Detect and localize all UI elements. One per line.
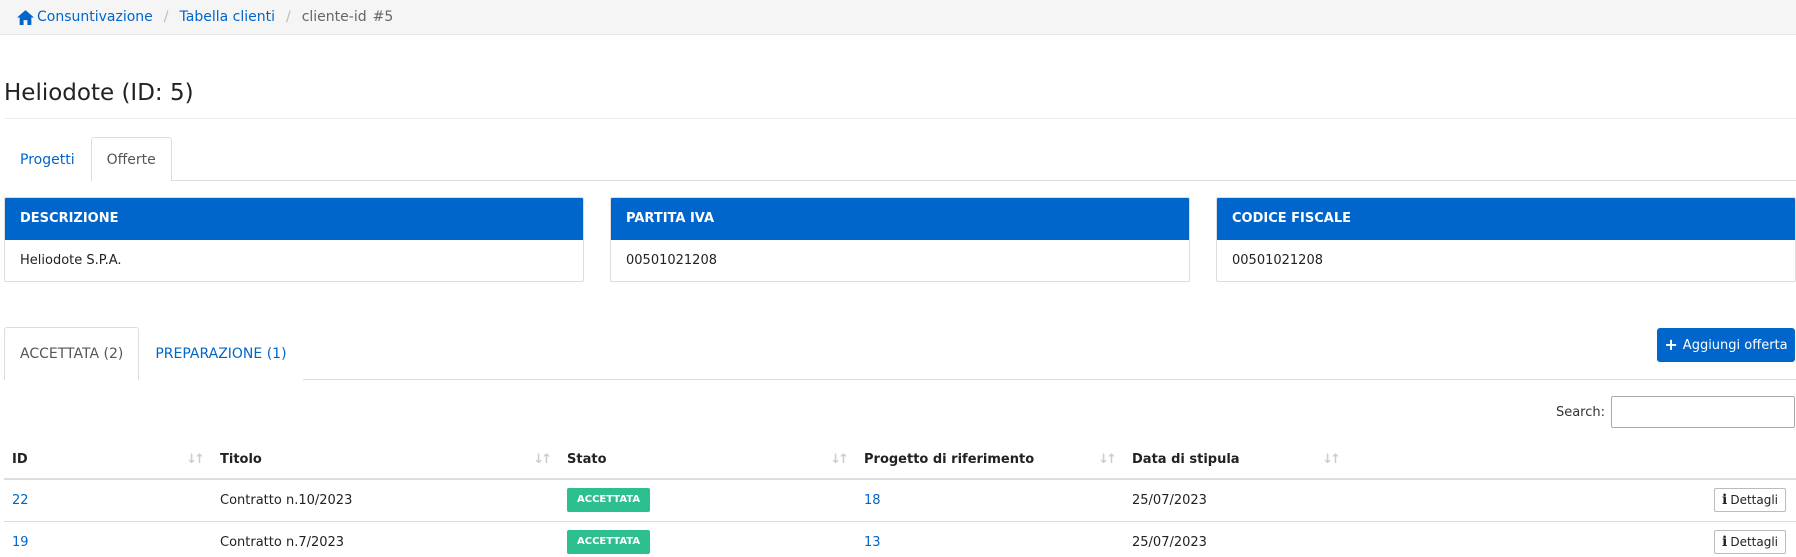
breadcrumb-current: cliente-id <box>301 9 367 25</box>
column-header-id[interactable]: ID ↓↑ <box>4 441 212 480</box>
contract-date: 25/07/2023 <box>1124 479 1348 522</box>
search-box: Search: <box>1556 396 1795 428</box>
offer-id-link[interactable]: 22 <box>12 493 29 508</box>
add-offer-label: Aggiungi offerta <box>1682 337 1788 353</box>
offer-id-link[interactable]: 19 <box>12 535 29 550</box>
breadcrumb: Consuntivazione / Tabella clienti / clie… <box>0 0 1796 35</box>
sort-icon: ↓↑ <box>1098 452 1117 467</box>
details-button[interactable]: i Dettagli <box>1714 488 1786 513</box>
search-label: Search: <box>1555 404 1605 420</box>
project-link[interactable]: 13 <box>864 535 881 550</box>
breadcrumb-link-tabella-clienti[interactable]: Tabella clienti <box>180 9 275 25</box>
column-header-data[interactable]: Data di stipula ↓↑ <box>1124 441 1348 480</box>
offer-title: Contratto n.7/2023 <box>220 534 345 550</box>
table-row: 19 Contratto n.7/2023 ACCETTATA 13 25/07… <box>4 521 1796 557</box>
search-input[interactable] <box>1611 396 1795 428</box>
table-row: 22 Contratto n.10/2023 ACCETTATA 18 25/0… <box>4 479 1796 522</box>
tab-progetti[interactable]: Progetti <box>4 137 91 181</box>
card-header: CODICE FISCALE <box>1217 198 1795 240</box>
sort-icon: ↓↑ <box>186 452 205 467</box>
plus-icon: + <box>1664 335 1678 354</box>
card-value: Heliodote S.P.A. <box>20 253 122 268</box>
card-value: 00501021208 <box>626 253 717 268</box>
details-button[interactable]: i Dettagli <box>1714 530 1786 555</box>
card-header: PARTITA IVA <box>611 198 1189 240</box>
contract-date: 25/07/2023 <box>1132 534 1207 550</box>
sort-icon: ↓↑ <box>533 452 552 467</box>
title-divider <box>4 118 1796 119</box>
info-icon: i <box>1722 534 1728 551</box>
tab-offerte[interactable]: Offerte <box>90 137 172 181</box>
card-value: 00501021208 <box>1232 253 1323 268</box>
home-icon[interactable] <box>17 9 34 25</box>
info-icon: i <box>1722 492 1728 509</box>
breadcrumb-link-consuntivazione[interactable]: Consuntivazione <box>37 9 153 25</box>
offers-table: ID ↓↑ Titolo ↓↑ Stato ↓↑ Progetto di riferi… <box>4 441 1796 557</box>
project-link[interactable]: 18 <box>864 493 881 508</box>
main-tabs: Progetti Offerte <box>4 137 1796 181</box>
tab-accettata[interactable]: ACCETTATA (2) <box>4 327 140 380</box>
breadcrumb-separator: / <box>285 9 291 25</box>
breadcrumb-separator: / <box>163 9 169 25</box>
sort-icon: ↓↑ <box>830 452 849 467</box>
status-tabs: ACCETTATA (2) PREPARAZIONE (1) <box>4 327 1796 380</box>
card-codice-fiscale: CODICE FISCALE 00501021208 <box>1216 197 1796 282</box>
column-header-titolo[interactable]: Titolo ↓↑ <box>212 441 559 480</box>
column-header-stato[interactable]: Stato ↓↑ <box>559 441 856 480</box>
card-partita-iva: PARTITA IVA 00501021208 <box>610 197 1190 282</box>
status-badge: ACCETTATA <box>567 530 651 555</box>
status-badge: ACCETTATA <box>567 488 651 513</box>
card-descrizione: DESCRIZIONE Heliodote S.P.A. <box>4 197 584 282</box>
sort-icon: ↓↑ <box>1322 452 1341 467</box>
add-offer-button[interactable]: + Aggiungi offerta <box>1657 328 1795 362</box>
column-header-progetto[interactable]: Progetto di riferimento ↓↑ <box>856 441 1124 480</box>
breadcrumb-current-id: #5 <box>372 9 394 25</box>
table-header-row: ID ↓↑ Titolo ↓↑ Stato ↓↑ Progetto di riferi… <box>4 441 1796 480</box>
page-title: Heliodote (ID: 5) <box>4 80 194 106</box>
card-header: DESCRIZIONE <box>5 198 583 240</box>
offer-title: Contratto n.10/2023 <box>212 479 559 522</box>
column-header-actions <box>1348 441 1796 480</box>
tab-preparazione[interactable]: PREPARAZIONE (1) <box>139 327 303 380</box>
